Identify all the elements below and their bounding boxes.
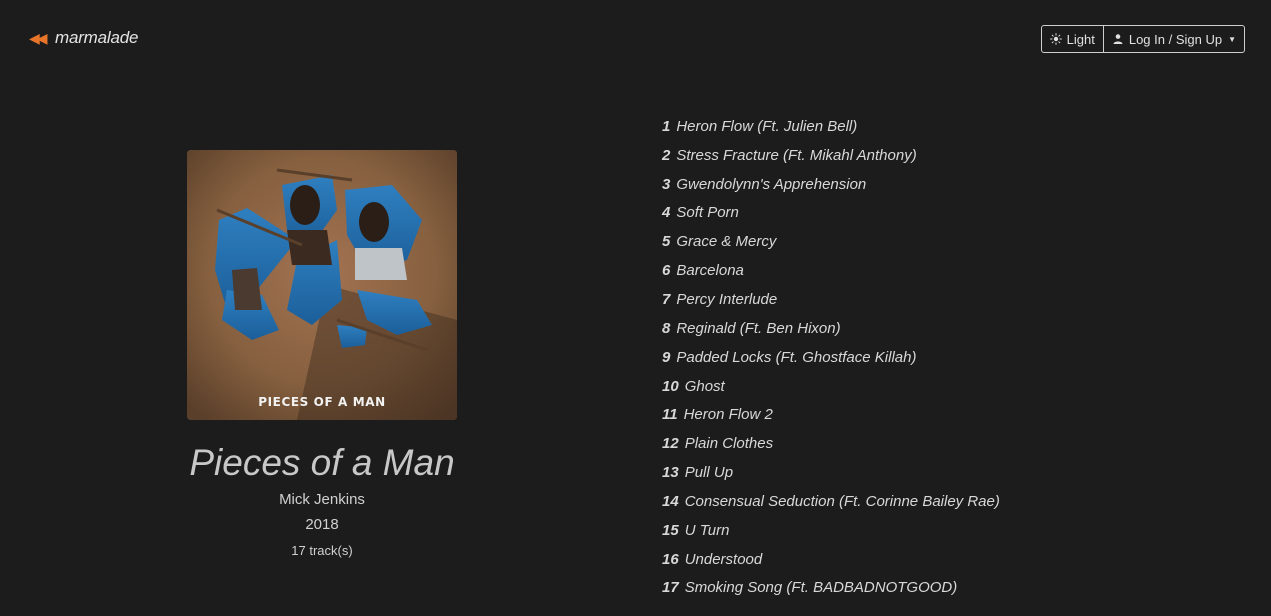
- track-item[interactable]: 3 Gwendolynn's Apprehension: [662, 170, 1000, 199]
- track-number: 12: [662, 435, 679, 453]
- track-title: Understood: [684, 550, 763, 568]
- album-year: 2018: [305, 516, 339, 533]
- track-item[interactable]: 15 U Turn: [662, 516, 1000, 545]
- track-number: 2: [662, 146, 671, 164]
- album-title: Pieces of a Man: [189, 442, 455, 483]
- track-number: 6: [662, 262, 671, 280]
- track-item[interactable]: 4 Soft Porn: [662, 199, 1000, 228]
- track-item[interactable]: 10 Ghost: [662, 372, 1000, 401]
- logo-link[interactable]: ◀◀ marmalade: [29, 28, 138, 48]
- theme-toggle-label: Light: [1066, 31, 1095, 47]
- track-number: 17: [662, 579, 679, 597]
- track-number: 16: [662, 550, 679, 568]
- track-title: Heron Flow 2: [683, 406, 773, 424]
- account-label: Log In / Sign Up: [1128, 31, 1223, 47]
- track-item[interactable]: 13 Pull Up: [662, 458, 1000, 487]
- track-title: Gwendolynn's Apprehension: [676, 175, 867, 193]
- track-title: Stress Fracture (Ft. Mikahl Anthony): [676, 146, 917, 164]
- track-title: U Turn: [684, 521, 730, 539]
- track-item[interactable]: 11 Heron Flow 2: [662, 400, 1000, 429]
- top-bar: ◀◀ marmalade Light Log In / Sign Up ▼: [0, 0, 1271, 80]
- user-icon: [1113, 34, 1123, 44]
- chevron-down-icon: ▼: [1228, 34, 1236, 44]
- album-panel: PIECES OF A MAN Pieces of a Man Mick Jen…: [187, 150, 457, 558]
- track-number: 14: [662, 492, 679, 510]
- cover-title-text: PIECES OF A MAN: [258, 395, 386, 409]
- account-dropdown-button[interactable]: Log In / Sign Up ▼: [1102, 26, 1244, 52]
- track-title: Ghost: [684, 377, 725, 395]
- track-title: Barcelona: [676, 262, 744, 280]
- rewind-logo-icon: ◀◀: [29, 30, 48, 46]
- track-item[interactable]: 1 Heron Flow (Ft. Julien Bell): [662, 112, 1000, 141]
- album-track-count: 17 track(s): [291, 543, 353, 558]
- track-title: Reginald (Ft. Ben Hixon): [676, 319, 841, 337]
- album-cover-art: [187, 150, 457, 420]
- sun-icon: [1049, 33, 1062, 45]
- track-title: Plain Clothes: [684, 435, 774, 453]
- album-artist[interactable]: Mick Jenkins: [187, 491, 457, 508]
- track-title: Soft Porn: [676, 204, 739, 222]
- track-item[interactable]: 17 Smoking Song (Ft. BADBADNOTGOOD): [662, 574, 1000, 603]
- track-title: Pull Up: [684, 464, 734, 482]
- track-number: 3: [662, 175, 671, 193]
- track-number: 13: [662, 464, 679, 482]
- track-number: 10: [662, 377, 679, 395]
- track-title: Consensual Seduction (Ft. Corinne Bailey…: [684, 492, 1000, 510]
- track-title: Smoking Song (Ft. BADBADNOTGOOD): [684, 579, 958, 597]
- track-title: Grace & Mercy: [676, 233, 777, 251]
- track-title: Percy Interlude: [676, 290, 778, 308]
- track-item[interactable]: 2 Stress Fracture (Ft. Mikahl Anthony): [662, 141, 1000, 170]
- track-item[interactable]: 8 Reginald (Ft. Ben Hixon): [662, 314, 1000, 343]
- track-number: 15: [662, 521, 679, 539]
- track-number: 11: [662, 406, 678, 424]
- track-item[interactable]: 5 Grace & Mercy: [662, 227, 1000, 256]
- album-cover: PIECES OF A MAN: [187, 150, 457, 420]
- track-number: 9: [662, 348, 671, 366]
- track-item[interactable]: 7 Percy Interlude: [662, 285, 1000, 314]
- track-item[interactable]: 14 Consensual Seduction (Ft. Corinne Bail…: [662, 487, 1000, 516]
- track-number: 1: [662, 117, 671, 135]
- track-number: 4: [662, 204, 671, 222]
- track-title: Heron Flow (Ft. Julien Bell): [676, 117, 858, 135]
- track-number: 7: [662, 290, 671, 308]
- track-item[interactable]: 12 Plain Clothes: [662, 429, 1000, 458]
- track-title: Padded Locks (Ft. Ghostface Killah): [676, 348, 917, 366]
- track-item[interactable]: 16 Understood: [662, 545, 1000, 574]
- logo-text: marmalade: [55, 28, 139, 47]
- track-number: 5: [662, 233, 671, 251]
- track-list: 1 Heron Flow (Ft. Julien Bell) 2 Stress Fr…: [662, 112, 1000, 602]
- track-number: 8: [662, 319, 671, 337]
- header-nav: Light Log In / Sign Up ▼: [1040, 25, 1245, 53]
- track-item[interactable]: 9 Padded Locks (Ft. Ghostface Killah): [662, 343, 1000, 372]
- theme-toggle-button[interactable]: Light: [1042, 26, 1103, 52]
- track-item[interactable]: 6 Barcelona: [662, 256, 1000, 285]
